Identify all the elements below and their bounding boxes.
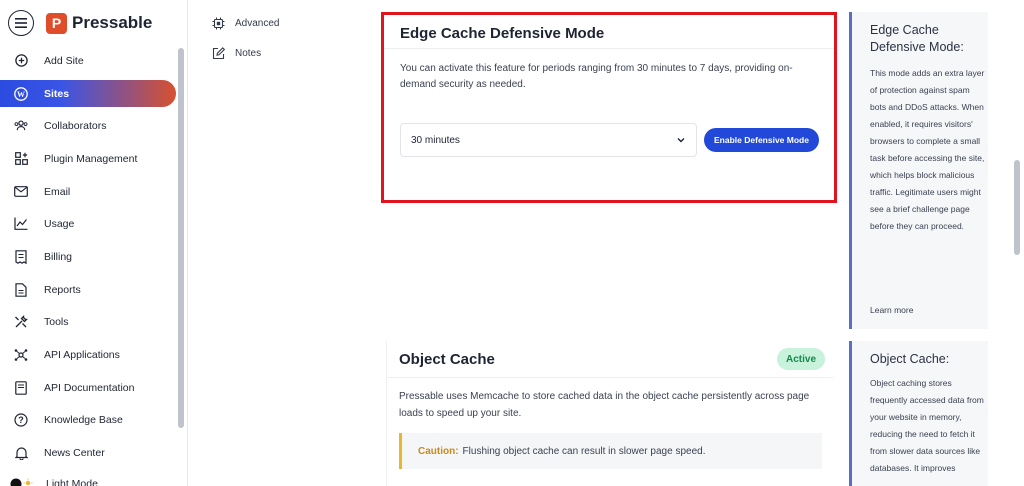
subnav-label: Notes bbox=[235, 48, 262, 59]
chevron-down-icon bbox=[676, 135, 686, 148]
divider bbox=[384, 48, 834, 49]
sidebar-item-email[interactable]: Email bbox=[0, 178, 176, 205]
network-icon bbox=[14, 348, 28, 362]
envelope-icon bbox=[14, 185, 28, 199]
object-cache-card: Object Cache Active Pressable uses Memca… bbox=[386, 341, 833, 486]
enable-defensive-mode-button[interactable]: Enable Defensive Mode bbox=[704, 128, 819, 152]
sidebar-item-label: Knowledge Base bbox=[44, 413, 123, 426]
sidebar-item-plugin-management[interactable]: Plugin Management bbox=[0, 145, 176, 172]
sidebar-item-label: Collaborators bbox=[44, 119, 107, 132]
divider bbox=[387, 377, 833, 378]
pressable-logo-icon[interactable]: P bbox=[46, 12, 67, 34]
plus-circle-icon bbox=[14, 54, 28, 68]
sidebar-item-label: Email bbox=[44, 185, 71, 198]
info-panel-title: Object Cache: bbox=[870, 352, 950, 366]
duration-select[interactable]: 30 minutes bbox=[400, 123, 697, 157]
subnav-label: Advanced bbox=[235, 18, 280, 29]
hamburger-menu-button[interactable] bbox=[8, 10, 34, 36]
sidebar-item-label: Plugin Management bbox=[44, 152, 138, 165]
sidebar-item-collaborators[interactable]: Collaborators bbox=[0, 112, 176, 139]
caution-text: Flushing object cache can result in slow… bbox=[462, 445, 706, 457]
sidebar-item-api-documentation[interactable]: API Documentation bbox=[0, 374, 176, 401]
sidebar-scrollbar[interactable] bbox=[178, 48, 184, 428]
sidebar-item-label: News Center bbox=[44, 446, 105, 459]
main-scrollbar[interactable] bbox=[1014, 160, 1020, 255]
card-description: Pressable uses Memcache to store cached … bbox=[399, 391, 810, 419]
sidebar-item-label: Tools bbox=[44, 315, 69, 328]
theme-toggle-icon bbox=[8, 477, 36, 486]
sidebar-item-label: Usage bbox=[44, 217, 75, 230]
caution-label: Caution: bbox=[418, 445, 459, 457]
sidebar-item-billing[interactable]: Billing bbox=[0, 243, 176, 270]
sidebar: P Pressable Add Site W Sites Collaborato… bbox=[0, 0, 188, 486]
users-icon bbox=[14, 119, 28, 133]
info-panel-edge-cache: Edge Cache Defensive Mode: This mode add… bbox=[849, 12, 988, 329]
light-mode-label: Light Mode bbox=[46, 477, 98, 486]
book-icon bbox=[14, 380, 28, 395]
sidebar-item-reports[interactable]: Reports bbox=[0, 276, 176, 303]
sidebar-item-label: Billing bbox=[44, 250, 73, 263]
svg-text:?: ? bbox=[18, 415, 24, 425]
sidebar-item-api-applications[interactable]: API Applications bbox=[0, 341, 176, 368]
receipt-icon bbox=[14, 249, 28, 264]
card-title: Object Cache bbox=[399, 351, 495, 368]
question-circle-icon: ? bbox=[14, 412, 28, 427]
learn-more-link[interactable]: Learn more bbox=[870, 305, 913, 315]
edit-icon bbox=[212, 47, 225, 60]
sidebar-item-sites[interactable]: W Sites bbox=[0, 80, 176, 107]
info-panel-body: This mode adds an extra layer of protect… bbox=[870, 68, 985, 231]
svg-text:W: W bbox=[17, 90, 25, 99]
subnav-item-notes[interactable]: Notes bbox=[212, 47, 261, 60]
sidebar-item-add-site[interactable]: Add Site bbox=[0, 47, 176, 74]
sidebar-item-label: API Documentation bbox=[44, 381, 135, 394]
brand: P Pressable bbox=[8, 9, 152, 37]
plugin-grid-icon bbox=[14, 152, 28, 166]
bell-icon bbox=[14, 446, 28, 460]
line-chart-icon bbox=[14, 217, 28, 231]
sidebar-item-label: API Applications bbox=[44, 348, 120, 361]
light-mode-toggle[interactable]: Light Mode bbox=[0, 470, 176, 486]
sidebar-item-label: Sites bbox=[44, 87, 70, 100]
sidebar-item-label: Add Site bbox=[44, 54, 84, 67]
subnav-item-advanced[interactable]: Advanced bbox=[212, 17, 279, 30]
info-panel-title: Edge Cache Defensive Mode: bbox=[870, 23, 964, 54]
card-description: You can activate this feature for period… bbox=[400, 63, 793, 90]
card-title: Edge Cache Defensive Mode bbox=[400, 25, 605, 42]
caution-notice: Caution: Flushing object cache can resul… bbox=[399, 433, 822, 469]
sidebar-item-label: Reports bbox=[44, 283, 81, 296]
info-panel-body: Object caching stores frequently accesse… bbox=[870, 378, 984, 473]
status-badge: Active bbox=[777, 348, 825, 370]
hamburger-icon bbox=[15, 18, 27, 28]
document-icon bbox=[14, 282, 28, 297]
chip-icon bbox=[212, 17, 225, 30]
sidebar-item-tools[interactable]: Tools bbox=[0, 308, 176, 335]
edge-cache-defensive-mode-card: Edge Cache Defensive Mode You can activa… bbox=[381, 12, 837, 203]
sidebar-item-news-center[interactable]: News Center bbox=[0, 439, 176, 466]
info-panel-object-cache: Object Cache: Object caching stores freq… bbox=[849, 341, 988, 486]
tools-icon bbox=[14, 314, 28, 329]
duration-select-value: 30 minutes bbox=[411, 134, 460, 146]
brand-name[interactable]: Pressable bbox=[72, 13, 152, 33]
wordpress-icon: W bbox=[14, 86, 28, 101]
sidebar-item-usage[interactable]: Usage bbox=[0, 210, 176, 237]
sidebar-item-knowledge-base[interactable]: ? Knowledge Base bbox=[0, 406, 176, 433]
